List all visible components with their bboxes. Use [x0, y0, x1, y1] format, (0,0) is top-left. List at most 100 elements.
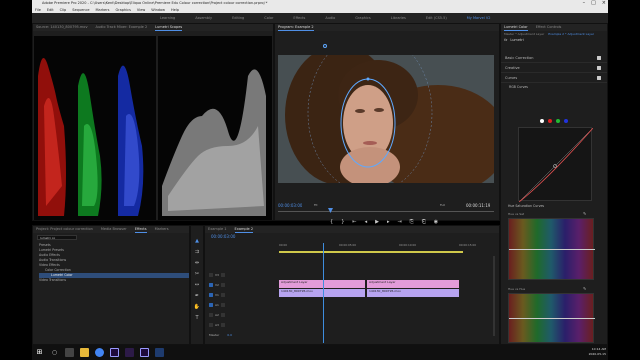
- selection-tool-icon[interactable]: ▲: [195, 238, 199, 244]
- hue-vs-hue-graph[interactable]: [508, 293, 595, 343]
- tree-video-transitions[interactable]: Video Transitions: [39, 278, 189, 283]
- tab-markers[interactable]: Markers: [155, 226, 169, 233]
- file-explorer-icon[interactable]: [80, 348, 89, 357]
- lumetri-gap: [501, 43, 607, 53]
- tab-lumetri-scopes[interactable]: Lumetri Scopes: [155, 24, 183, 31]
- a1-lock-icon[interactable]: [209, 303, 213, 307]
- clip-video-2[interactable]: 140130_800795.mov: [367, 289, 459, 297]
- a2-mute-icon[interactable]: [220, 313, 225, 317]
- red-channel-dot[interactable]: [548, 119, 552, 123]
- program-timecode[interactable]: 00:00:03:00: [278, 203, 302, 208]
- ripple-edit-tool-icon[interactable]: ⇹: [195, 260, 199, 266]
- workspace-effects[interactable]: Effects: [283, 16, 315, 20]
- v2-lock-icon[interactable]: [209, 283, 213, 287]
- system-clock[interactable]: 10:14 AM 2020-05-15: [589, 347, 606, 357]
- search-icon[interactable]: ○: [50, 348, 59, 357]
- program-scrub-bar[interactable]: [278, 211, 494, 212]
- a3-mute-icon[interactable]: [220, 323, 225, 327]
- minimize-icon[interactable]: –: [583, 0, 586, 7]
- pen-tool-icon[interactable]: ✒: [195, 293, 199, 299]
- clock-date: 2020-05-15: [588, 352, 606, 356]
- track-a2: A2: [205, 310, 501, 320]
- rgb-curves-header[interactable]: RGB Curves: [501, 83, 607, 91]
- tab-source[interactable]: Source: 140130_800795.mov: [36, 24, 88, 31]
- time-ruler[interactable]: 00:00 00:00:05:00 00:00:10:00 00:00:15:0…: [279, 243, 489, 249]
- master-value[interactable]: 0.0: [227, 333, 232, 337]
- tab-example-2[interactable]: Example 2: [234, 226, 254, 233]
- app-icon[interactable]: [155, 348, 164, 357]
- workspace-edit-cs55[interactable]: Edit (CS5.5): [416, 16, 457, 20]
- premiere-taskbar-icon[interactable]: [110, 348, 119, 357]
- eyedropper-icon[interactable]: ✎: [583, 211, 586, 216]
- v3-eye-icon[interactable]: [220, 273, 225, 277]
- track-select-tool-icon[interactable]: ⇉: [195, 249, 199, 255]
- tab-project[interactable]: Project: Project colour correction: [36, 226, 93, 233]
- workspace-learning[interactable]: Learning: [150, 16, 185, 20]
- section-curves[interactable]: Curves: [501, 73, 607, 83]
- a3-lock-icon[interactable]: [209, 323, 213, 327]
- workspace-my-marvel[interactable]: My Marvel V2: [457, 16, 501, 20]
- curves-enable-checkbox[interactable]: [597, 76, 601, 80]
- v1-lock-icon[interactable]: [209, 293, 213, 297]
- effects-search-input[interactable]: lumetri co: [37, 235, 77, 240]
- track-a1-label: A1: [215, 303, 219, 307]
- fx-badge[interactable]: fx: [504, 37, 507, 43]
- workspace-assembly[interactable]: Assembly: [185, 16, 222, 20]
- track-a1: A1: [205, 300, 501, 310]
- eyedropper-hue-icon[interactable]: ✎: [583, 286, 586, 291]
- lumetri-target-clip[interactable]: Example 2 * Adjustment Layer: [548, 31, 594, 37]
- program-video-frame[interactable]: [278, 55, 494, 183]
- hue-vs-sat-graph[interactable]: [508, 218, 595, 280]
- media-encoder-icon[interactable]: [125, 348, 134, 357]
- hsl-curves-label[interactable]: Hue Saturation Curves: [508, 204, 544, 208]
- clip-video-1[interactable]: 140130_800795.mov: [279, 289, 365, 297]
- v1-eye-icon[interactable]: [220, 293, 225, 297]
- a2-lock-icon[interactable]: [209, 313, 213, 317]
- workspace-editing[interactable]: Editing: [222, 16, 254, 20]
- slip-tool-icon[interactable]: ↔: [195, 282, 199, 288]
- workspace-audio[interactable]: Audio: [315, 16, 345, 20]
- tab-lumetri-color[interactable]: Lumetri Color: [504, 24, 528, 31]
- mask-feather-handle[interactable]: [323, 44, 327, 48]
- premiere-active-icon[interactable]: [140, 348, 149, 357]
- program-title[interactable]: Program: Example 2: [278, 24, 314, 31]
- track-v3-label: V3: [215, 273, 219, 277]
- timeline-timecode[interactable]: 00:00:03:00: [205, 233, 499, 241]
- chrome-icon[interactable]: [95, 348, 104, 357]
- tab-effects[interactable]: Effects: [134, 226, 147, 233]
- v3-lock-icon[interactable]: [209, 273, 213, 277]
- maximize-icon[interactable]: □: [591, 0, 596, 7]
- program-fit-select[interactable]: Fit: [314, 203, 318, 207]
- workspace-graphics[interactable]: Graphics: [345, 16, 380, 20]
- timeline-playhead[interactable]: [323, 243, 324, 343]
- clip-adjustment-layer-1[interactable]: Adjustment Layer: [279, 280, 365, 288]
- blue-channel-dot[interactable]: [564, 119, 568, 123]
- green-channel-dot[interactable]: [556, 119, 560, 123]
- workspace-libraries[interactable]: Libraries: [381, 16, 416, 20]
- clip-adjustment-layer-2[interactable]: Adjustment Layer: [367, 280, 459, 288]
- section-basic-correction[interactable]: Basic Correction: [501, 53, 607, 63]
- timeline-scrollbar[interactable]: [493, 256, 495, 336]
- close-icon[interactable]: ×: [602, 0, 606, 7]
- tab-effect-controls[interactable]: Effect Controls: [536, 24, 562, 31]
- razor-tool-icon[interactable]: ✂: [195, 271, 199, 277]
- ruler-mark-15: 00:00:15:00: [459, 243, 477, 247]
- work-area-bar[interactable]: [279, 251, 463, 253]
- type-tool-icon[interactable]: T: [195, 315, 198, 321]
- section-creative[interactable]: Creative: [501, 63, 607, 73]
- tab-media-browser[interactable]: Media Browser: [101, 226, 127, 233]
- rgb-curve-graph[interactable]: [518, 127, 594, 203]
- luma-channel-dot[interactable]: [540, 119, 544, 123]
- program-quality-select[interactable]: Full: [440, 203, 445, 207]
- task-view-icon[interactable]: [65, 348, 74, 357]
- ruler-mark-0: 00:00: [279, 243, 288, 247]
- hand-tool-icon[interactable]: ✋: [194, 304, 200, 310]
- tab-example-1[interactable]: Example 1: [208, 226, 227, 233]
- windows-start-icon[interactable]: ⊞: [35, 348, 44, 357]
- basic-enable-checkbox[interactable]: [597, 56, 601, 60]
- workspace-color[interactable]: Color: [254, 16, 283, 20]
- creative-enable-checkbox[interactable]: [597, 66, 601, 70]
- a1-mute-icon[interactable]: [220, 303, 225, 307]
- v2-eye-icon[interactable]: [220, 283, 225, 287]
- tab-audio-mixer[interactable]: Audio Track Mixer: Example 2: [96, 24, 148, 31]
